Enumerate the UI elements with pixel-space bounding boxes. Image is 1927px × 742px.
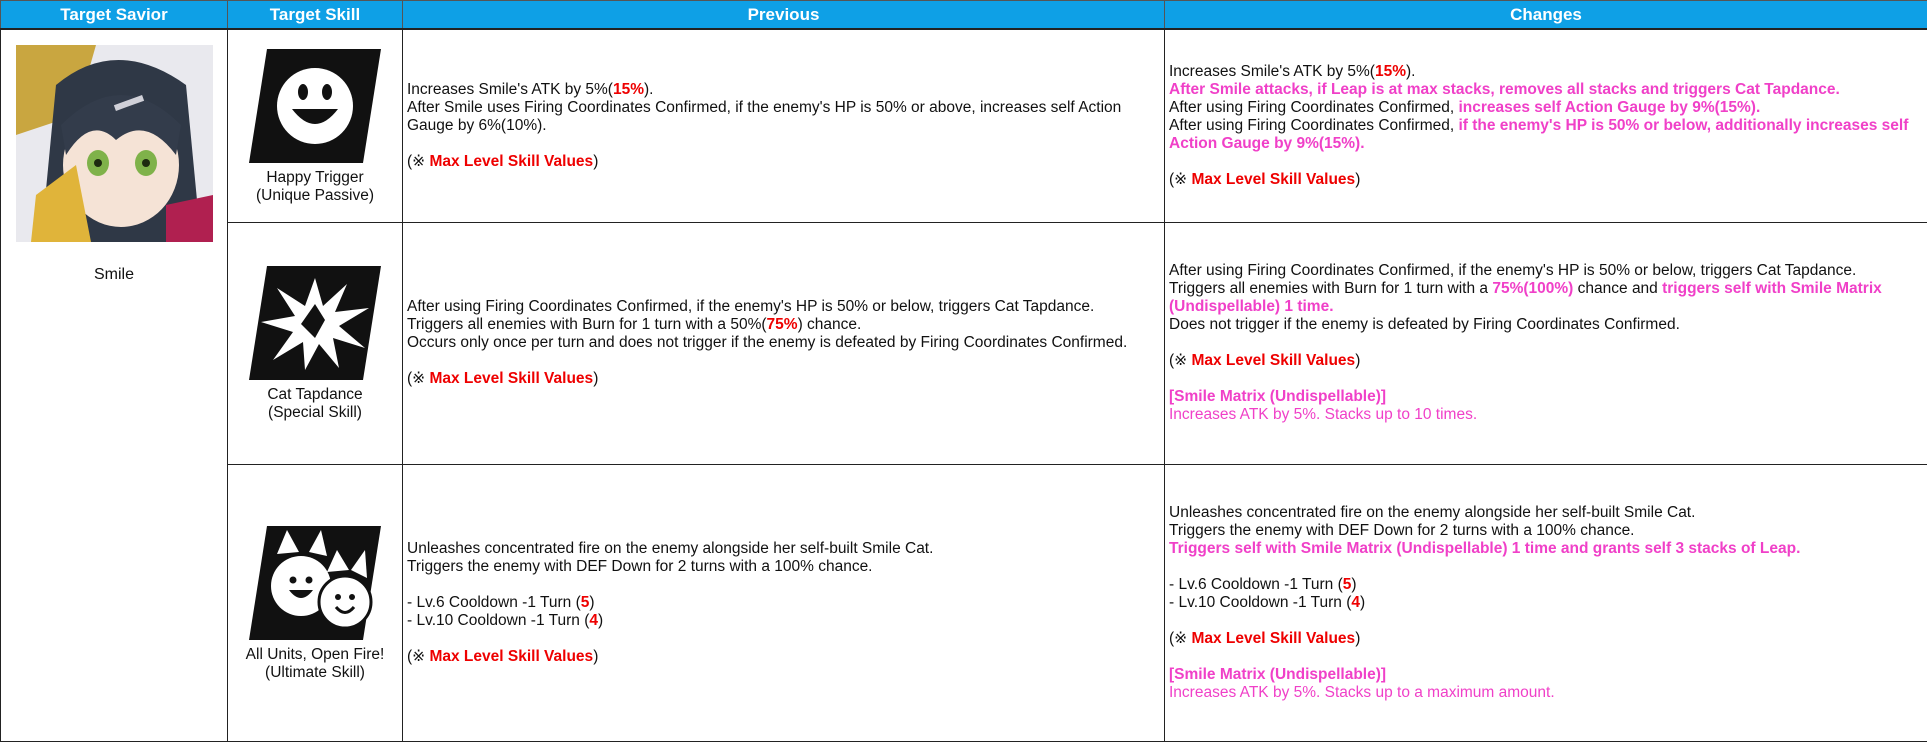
- changes-line: After using Firing Coordinates Confirmed…: [1169, 262, 1917, 280]
- header-row: Target Savior Target Skill Previous Chan…: [1, 1, 1927, 30]
- cooldown-line: - Lv.10 Cooldown -1 Turn (4): [1169, 594, 1917, 612]
- buff-name: [Smile Matrix (Undispellable)]: [1169, 388, 1917, 406]
- buff-description: Increases ATK by 5%. Stacks up to a maxi…: [1169, 684, 1917, 702]
- changes-all-units-open-fire: Unleashes concentrated fire on the enemy…: [1165, 464, 1927, 741]
- previous-all-units-open-fire: Unleashes concentrated fire on the enemy…: [403, 464, 1165, 741]
- changes-line-new: Triggers self with Smile Matrix (Undispe…: [1169, 540, 1917, 558]
- skill-cell-happy-trigger: Happy Trigger (Unique Passive): [228, 29, 403, 222]
- buff-name: [Smile Matrix (Undispellable)]: [1169, 666, 1917, 684]
- buff-description: Increases ATK by 5%. Stacks up to 10 tim…: [1169, 406, 1917, 424]
- savior-name: Smile: [1, 266, 227, 284]
- previous-line: Increases Smile's ATK by 5%(15%).: [407, 81, 1154, 99]
- changes-cat-tapdance: After using Firing Coordinates Confirmed…: [1165, 222, 1927, 464]
- previous-line: Occurs only once per turn and does not t…: [407, 334, 1154, 352]
- changes-line: Does not trigger if the enemy is defeate…: [1169, 316, 1917, 334]
- previous-line: After Smile uses Firing Coordinates Conf…: [407, 99, 1154, 135]
- table-row: All Units, Open Fire! (Ultimate Skill) U…: [1, 464, 1927, 741]
- previous-happy-trigger: Increases Smile's ATK by 5%(15%). After …: [403, 29, 1165, 222]
- changes-line-new: After Smile attacks, if Leap is at max s…: [1169, 81, 1917, 99]
- changes-line: Increases Smile's ATK by 5%(15%).: [1169, 63, 1917, 81]
- value-highlight: 15%: [613, 81, 644, 98]
- max-level-note: (※ Max Level Skill Values): [407, 370, 1154, 388]
- max-level-note: (※ Max Level Skill Values): [1169, 630, 1917, 648]
- max-level-note: (※ Max Level Skill Values): [407, 648, 1154, 666]
- cooldown-line: - Lv.6 Cooldown -1 Turn (5): [1169, 576, 1917, 594]
- burst-icon: [247, 264, 383, 382]
- skill-cell-all-units-open-fire: All Units, Open Fire! (Ultimate Skill): [228, 464, 403, 741]
- changes-line: Unleashes concentrated fire on the enemy…: [1169, 504, 1917, 522]
- header-target-skill: Target Skill: [228, 1, 403, 30]
- changes-line: Triggers all enemies with Burn for 1 tur…: [1169, 280, 1917, 316]
- table-row: Smile Happy Trigger (Unique Passive) Inc…: [1, 29, 1927, 222]
- previous-line: After using Firing Coordinates Confirmed…: [407, 298, 1154, 316]
- smile-portrait: [16, 45, 213, 242]
- smiley-face-icon: [247, 47, 383, 165]
- savior-cell: Smile: [1, 29, 228, 741]
- previous-cat-tapdance: After using Firing Coordinates Confirmed…: [403, 222, 1165, 464]
- max-level-note: (※ Max Level Skill Values): [1169, 352, 1917, 370]
- cats-icon: [247, 524, 383, 642]
- header-changes: Changes: [1165, 1, 1927, 30]
- cooldown-line: - Lv.10 Cooldown -1 Turn (4): [407, 612, 1154, 630]
- skill-type: (Special Skill): [228, 404, 402, 422]
- skill-cell-cat-tapdance: Cat Tapdance (Special Skill): [228, 222, 403, 464]
- changes-line: Triggers the enemy with DEF Down for 2 t…: [1169, 522, 1917, 540]
- skill-name: Cat Tapdance: [228, 386, 402, 404]
- header-target-savior: Target Savior: [1, 1, 228, 30]
- skill-type: (Unique Passive): [228, 187, 402, 205]
- cooldown-line: - Lv.6 Cooldown -1 Turn (5): [407, 594, 1154, 612]
- skill-change-table: Target Savior Target Skill Previous Chan…: [0, 0, 1927, 742]
- previous-line: Unleashes concentrated fire on the enemy…: [407, 540, 1154, 558]
- changes-line: After using Firing Coordinates Confirmed…: [1169, 117, 1917, 153]
- changes-line: After using Firing Coordinates Confirmed…: [1169, 99, 1917, 117]
- max-level-note: (※ Max Level Skill Values): [407, 153, 1154, 171]
- previous-line: Triggers all enemies with Burn for 1 tur…: [407, 316, 1154, 334]
- skill-type: (Ultimate Skill): [228, 664, 402, 682]
- changes-happy-trigger: Increases Smile's ATK by 5%(15%). After …: [1165, 29, 1927, 222]
- table-row: Cat Tapdance (Special Skill) After using…: [1, 222, 1927, 464]
- previous-line: Triggers the enemy with DEF Down for 2 t…: [407, 558, 1154, 576]
- skill-name: Happy Trigger: [228, 169, 402, 187]
- skill-name: All Units, Open Fire!: [228, 646, 402, 664]
- max-level-note: (※ Max Level Skill Values): [1169, 171, 1917, 189]
- header-previous: Previous: [403, 1, 1165, 30]
